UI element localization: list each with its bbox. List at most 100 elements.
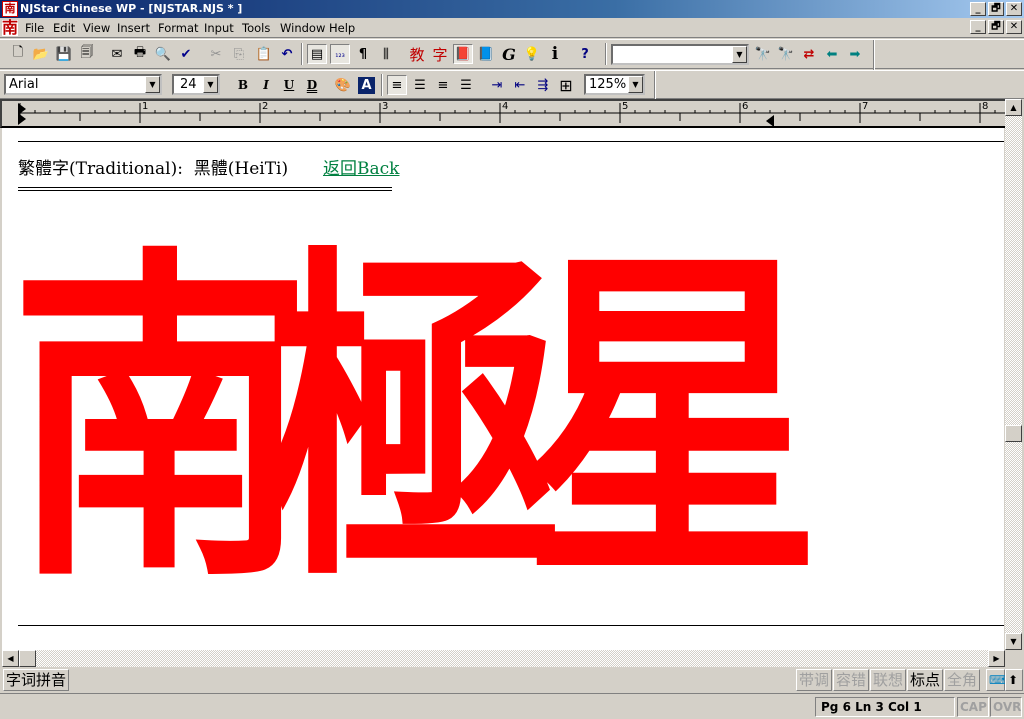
menu-edit[interactable]: Edit: [53, 21, 75, 35]
document-icon[interactable]: 南: [2, 20, 18, 36]
paste-icon[interactable]: 📋: [254, 44, 274, 64]
undo-icon[interactable]: ↶: [277, 44, 297, 64]
left-indent-marker: [18, 113, 26, 125]
vertical-scroll-thumb[interactable]: [1005, 425, 1022, 442]
ime-punctuation-option[interactable]: 标点: [907, 669, 944, 691]
menu-bar: 南 File Edit View Insert Format Input Too…: [0, 18, 1024, 38]
shift-arrow-icon[interactable]: ⬆: [1005, 669, 1023, 691]
cut-icon[interactable]: ✂: [206, 44, 226, 64]
ruler-label: 6: [742, 101, 749, 112]
tip-icon[interactable]: 💡: [522, 44, 542, 64]
underline-button[interactable]: U: [279, 75, 299, 95]
open-icon[interactable]: 📂: [31, 44, 51, 64]
grammar-icon[interactable]: G: [499, 44, 519, 64]
ime-fullwidth-option[interactable]: 全角: [944, 669, 981, 691]
copy-icon[interactable]: ⎘: [229, 44, 249, 64]
doc-minimize-button[interactable]: _: [970, 20, 986, 34]
search-combo[interactable]: ▼: [611, 44, 749, 65]
new-icon[interactable]: 🗋: [8, 44, 28, 64]
bold-button[interactable]: B: [233, 75, 253, 95]
scroll-up-icon[interactable]: ▲: [1005, 99, 1022, 116]
scroll-right-icon[interactable]: ▶: [988, 650, 1005, 667]
keyboard-icon[interactable]: ⌨: [986, 669, 1006, 691]
column-icon[interactable]: ⫼: [376, 44, 396, 64]
paragraph-mark-icon[interactable]: ¶: [353, 44, 373, 64]
menu-view[interactable]: View: [83, 21, 110, 35]
traditional-char-icon[interactable]: 字: [430, 44, 450, 64]
close-button[interactable]: ✕: [1006, 2, 1022, 16]
italic-button[interactable]: I: [256, 75, 276, 95]
hanging-indent-icon[interactable]: ⇶: [533, 75, 553, 95]
document-area[interactable]: 繁體字(Traditional): 黑體(HeiTi) 返回Back 南 極 星: [2, 128, 1004, 650]
align-left-icon[interactable]: ≡: [387, 75, 407, 95]
font-size-dropdown-icon[interactable]: ▼: [203, 76, 218, 93]
zoom-dropdown-icon[interactable]: ▼: [628, 76, 643, 93]
minimize-button[interactable]: _: [970, 2, 986, 16]
mail-icon[interactable]: ✉: [107, 44, 127, 64]
ime-fuzzy-option[interactable]: 容错: [833, 669, 870, 691]
vertical-scrollbar[interactable]: ▲ ▼: [1005, 99, 1022, 650]
zoom-combo[interactable]: 125% ▼: [584, 74, 645, 95]
back-arrow-icon[interactable]: ⬅: [822, 44, 842, 64]
back-link[interactable]: 返回Back: [323, 154, 399, 179]
double-rule-top: [18, 187, 392, 188]
chinese-dictionary-icon[interactable]: 📕: [453, 44, 473, 64]
scroll-down-icon[interactable]: ▼: [1005, 633, 1022, 650]
double-underline-button[interactable]: D: [302, 75, 322, 95]
font-dropdown-icon[interactable]: ▼: [145, 76, 160, 93]
simplified-char-icon[interactable]: 教: [407, 44, 427, 64]
find-prev-icon[interactable]: 🔭: [776, 44, 796, 64]
context-help-icon[interactable]: ?: [575, 44, 595, 64]
doc-restore-button[interactable]: 🗗: [988, 20, 1004, 34]
ruler-label: 2: [262, 101, 269, 112]
ime-association-option[interactable]: 联想: [870, 669, 907, 691]
numbering-icon[interactable]: ₁₂₃: [330, 44, 350, 64]
menu-window[interactable]: Window: [280, 21, 325, 35]
replace-icon[interactable]: ⇄: [799, 44, 819, 64]
ruler-label: 1: [142, 101, 149, 112]
text-color-icon[interactable]: 🎨: [333, 75, 353, 95]
ruler-label: 3: [382, 101, 389, 112]
cursor-position: Pg 6 Ln 3 Col 1: [815, 697, 955, 717]
zoom-value: 125%: [589, 77, 627, 92]
window-title: NJStar Chinese WP - [NJSTAR.NJS * ]: [20, 2, 243, 15]
english-dictionary-icon[interactable]: 📘: [476, 44, 496, 64]
page-view-icon[interactable]: ▤: [307, 44, 327, 64]
find-next-icon[interactable]: 🔭: [753, 44, 773, 64]
scroll-left-icon[interactable]: ◀: [2, 650, 19, 667]
info-icon[interactable]: i: [545, 44, 565, 64]
font-combo[interactable]: Arial ▼: [4, 74, 162, 95]
font-size-combo[interactable]: 24 ▼: [172, 74, 220, 95]
save-icon[interactable]: 💾: [54, 44, 74, 64]
print-icon[interactable]: 🖶: [130, 44, 150, 64]
highlight-icon[interactable]: A: [358, 77, 375, 94]
outdent-icon[interactable]: ⇤: [510, 75, 530, 95]
menu-tools[interactable]: Tools: [242, 21, 270, 35]
menu-insert[interactable]: Insert: [117, 21, 150, 35]
menu-help[interactable]: Help: [329, 21, 355, 35]
ime-mode-button[interactable]: 字词拼音: [3, 669, 70, 691]
ime-tone-option[interactable]: 带调: [796, 669, 833, 691]
justify-icon[interactable]: ☰: [456, 75, 476, 95]
save-all-icon[interactable]: 🗐: [77, 44, 97, 64]
toolbar-separator: [301, 43, 303, 65]
menu-file[interactable]: File: [25, 21, 44, 35]
ruler-label: 5: [622, 101, 629, 112]
table-icon[interactable]: ⊞: [556, 75, 576, 95]
doc-close-button[interactable]: ✕: [1006, 20, 1022, 34]
horizontal-scroll-thumb[interactable]: [19, 650, 36, 667]
search-combo-dropdown-icon[interactable]: ▼: [732, 46, 747, 63]
indent-icon[interactable]: ⇥: [487, 75, 507, 95]
ruler[interactable]: 1 2 3 4 5 6 7 8: [0, 99, 1005, 128]
align-center-icon[interactable]: ☰: [410, 75, 430, 95]
print-preview-icon[interactable]: 🔍: [153, 44, 173, 64]
right-indent-marker: [766, 115, 774, 126]
menu-input[interactable]: Input: [204, 21, 234, 35]
align-right-icon[interactable]: ≡: [433, 75, 453, 95]
restore-button[interactable]: 🗗: [988, 2, 1004, 16]
menu-format[interactable]: Format: [158, 21, 199, 35]
forward-arrow-icon[interactable]: ➡: [845, 44, 865, 64]
horizontal-scrollbar[interactable]: ◀ ▶: [2, 650, 1005, 667]
spellcheck-icon[interactable]: ✔: [176, 44, 196, 64]
ruler-label: 8: [982, 101, 989, 112]
